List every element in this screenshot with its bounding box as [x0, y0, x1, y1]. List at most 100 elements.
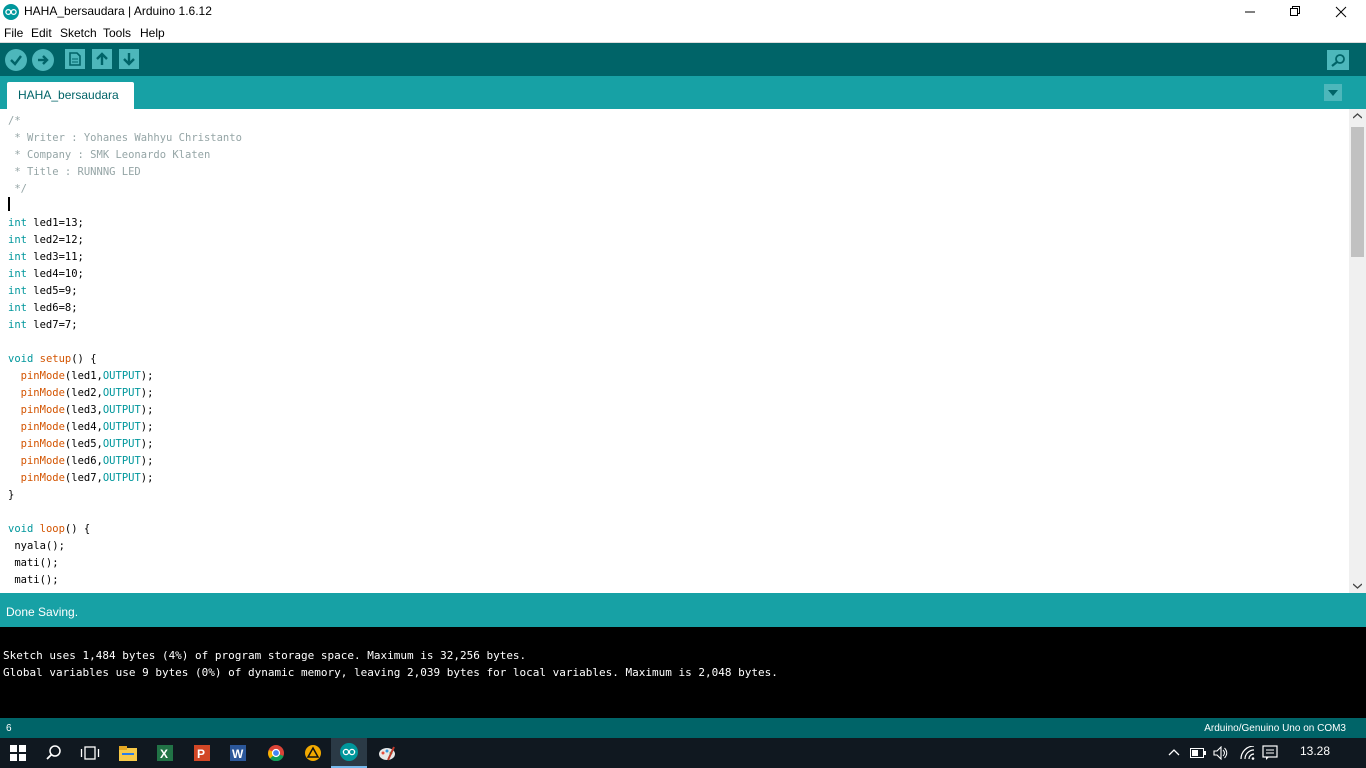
battery-icon[interactable]	[1190, 748, 1206, 758]
console-line: Sketch uses 1,484 bytes (4%) of program …	[3, 649, 527, 662]
code-line: * Writer : Yohanes Wahhyu Christanto	[8, 132, 242, 144]
minimize-button[interactable]	[1227, 0, 1273, 23]
status-bar: Done Saving.	[0, 593, 1366, 627]
action-center-icon[interactable]	[1262, 745, 1278, 761]
menu-tools[interactable]: Tools	[103, 26, 131, 40]
code-line: int led4=10;	[8, 268, 84, 280]
code-line: pinMode(led6,OUTPUT);	[20, 455, 154, 467]
serial-monitor-button[interactable]	[1327, 50, 1349, 70]
arrow-down-icon	[123, 53, 135, 66]
info-bar: 6 Arduino/Genuino Uno on COM3	[0, 718, 1366, 738]
taskbar-word[interactable]: W	[220, 738, 256, 768]
code-line: int led3=11;	[8, 251, 84, 263]
board-info: Arduino/Genuino Uno on COM3	[1204, 723, 1346, 734]
menu-bar: File Edit Sketch Tools Help	[0, 23, 1366, 43]
upload-button[interactable]	[32, 49, 54, 71]
chrome-icon	[268, 745, 284, 761]
save-sketch-button[interactable]	[119, 49, 139, 69]
arrow-right-icon	[38, 55, 49, 65]
code-line: /*	[8, 115, 21, 127]
code-line: mati();	[8, 557, 59, 569]
code-line: */	[8, 183, 27, 195]
folder-icon	[119, 745, 137, 761]
tab-label: HAHA_bersaudara	[18, 88, 119, 102]
code-line: pinMode(led1,OUTPUT);	[20, 370, 154, 382]
code-line: int led2=12;	[8, 234, 84, 246]
taskbar-powerpoint[interactable]: P	[184, 738, 220, 768]
status-message: Done Saving.	[6, 605, 79, 619]
code-line: nyala();	[8, 540, 65, 552]
code-line: pinMode(led2,OUTPUT);	[20, 387, 154, 399]
close-button[interactable]	[1318, 0, 1364, 23]
triangle-app-icon	[305, 745, 321, 761]
menu-edit[interactable]: Edit	[31, 26, 52, 40]
menu-file[interactable]: File	[4, 26, 23, 40]
window-title: HAHA_bersaudara | Arduino 1.6.12	[24, 4, 212, 18]
code-line: }	[8, 489, 15, 501]
start-button[interactable]	[0, 738, 36, 768]
svg-text:W: W	[232, 747, 244, 761]
wifi-icon[interactable]	[1240, 746, 1256, 760]
code-line: void loop() {	[8, 523, 91, 535]
close-icon	[1335, 6, 1347, 17]
code-area[interactable]: /* * Writer : Yohanes Wahhyu Christanto …	[8, 113, 242, 589]
arduino-logo-icon	[3, 4, 19, 20]
code-line: void setup() {	[8, 353, 97, 365]
code-line: pinMode(led4,OUTPUT);	[20, 421, 154, 433]
search-button[interactable]	[36, 738, 72, 768]
taskbar-paint[interactable]	[369, 738, 405, 768]
new-file-icon	[69, 52, 81, 66]
chevron-down-icon	[1328, 89, 1338, 96]
console-output: Sketch uses 1,484 bytes (4%) of program …	[0, 627, 1366, 718]
taskbar-clock[interactable]: 13.28	[1300, 744, 1330, 758]
task-view-button[interactable]	[72, 738, 108, 768]
code-line: * Company : SMK Leonardo Klaten	[8, 149, 211, 161]
menu-sketch[interactable]: Sketch	[60, 26, 97, 40]
text-caret	[8, 197, 10, 211]
chevron-up-icon[interactable]	[1168, 748, 1180, 756]
arduino-icon	[340, 743, 358, 761]
scroll-down-icon[interactable]	[1353, 583, 1362, 589]
windows-logo-icon	[10, 745, 26, 761]
tab-haha-bersaudara[interactable]: HAHA_bersaudara	[7, 82, 134, 109]
tab-menu-button[interactable]	[1324, 84, 1342, 101]
toolbar	[0, 43, 1366, 76]
editor-scrollbar[interactable]	[1349, 109, 1366, 593]
taskbar-file-explorer[interactable]	[110, 738, 146, 768]
speaker-icon[interactable]	[1213, 746, 1229, 760]
restore-icon	[1289, 6, 1300, 16]
code-line: int led6=8;	[8, 302, 78, 314]
minimize-icon	[1244, 11, 1255, 13]
scroll-up-icon[interactable]	[1353, 113, 1362, 119]
search-icon	[46, 745, 61, 760]
paint-icon	[379, 746, 395, 761]
svg-text:X: X	[160, 747, 168, 761]
code-line: mati();	[8, 574, 59, 586]
svg-text:P: P	[197, 747, 205, 761]
title-bar: HAHA_bersaudara | Arduino 1.6.12	[0, 0, 1366, 23]
taskbar: X P W 13.28	[0, 738, 1366, 768]
new-sketch-button[interactable]	[65, 49, 85, 69]
powerpoint-icon: P	[194, 745, 210, 761]
scrollbar-thumb[interactable]	[1351, 127, 1364, 257]
code-line: int led1=13;	[8, 217, 84, 229]
code-line: pinMode(led3,OUTPUT);	[20, 404, 154, 416]
line-number: 6	[6, 723, 12, 734]
magnifier-icon	[1331, 54, 1345, 67]
tab-strip: HAHA_bersaudara	[0, 76, 1366, 109]
open-sketch-button[interactable]	[92, 49, 112, 69]
taskbar-arduino[interactable]	[331, 738, 367, 768]
verify-button[interactable]	[5, 49, 27, 71]
console-line: Global variables use 9 bytes (0%) of dyn…	[3, 666, 778, 679]
maximize-button[interactable]	[1272, 0, 1318, 23]
arrow-up-icon	[96, 52, 108, 65]
menu-help[interactable]: Help	[140, 26, 165, 40]
code-line: pinMode(led5,OUTPUT);	[20, 438, 154, 450]
code-editor[interactable]: /* * Writer : Yohanes Wahhyu Christanto …	[0, 109, 1349, 593]
taskbar-chrome[interactable]	[258, 738, 294, 768]
taskbar-app[interactable]	[295, 738, 331, 768]
taskbar-excel[interactable]: X	[147, 738, 183, 768]
code-line: int led5=9;	[8, 285, 78, 297]
